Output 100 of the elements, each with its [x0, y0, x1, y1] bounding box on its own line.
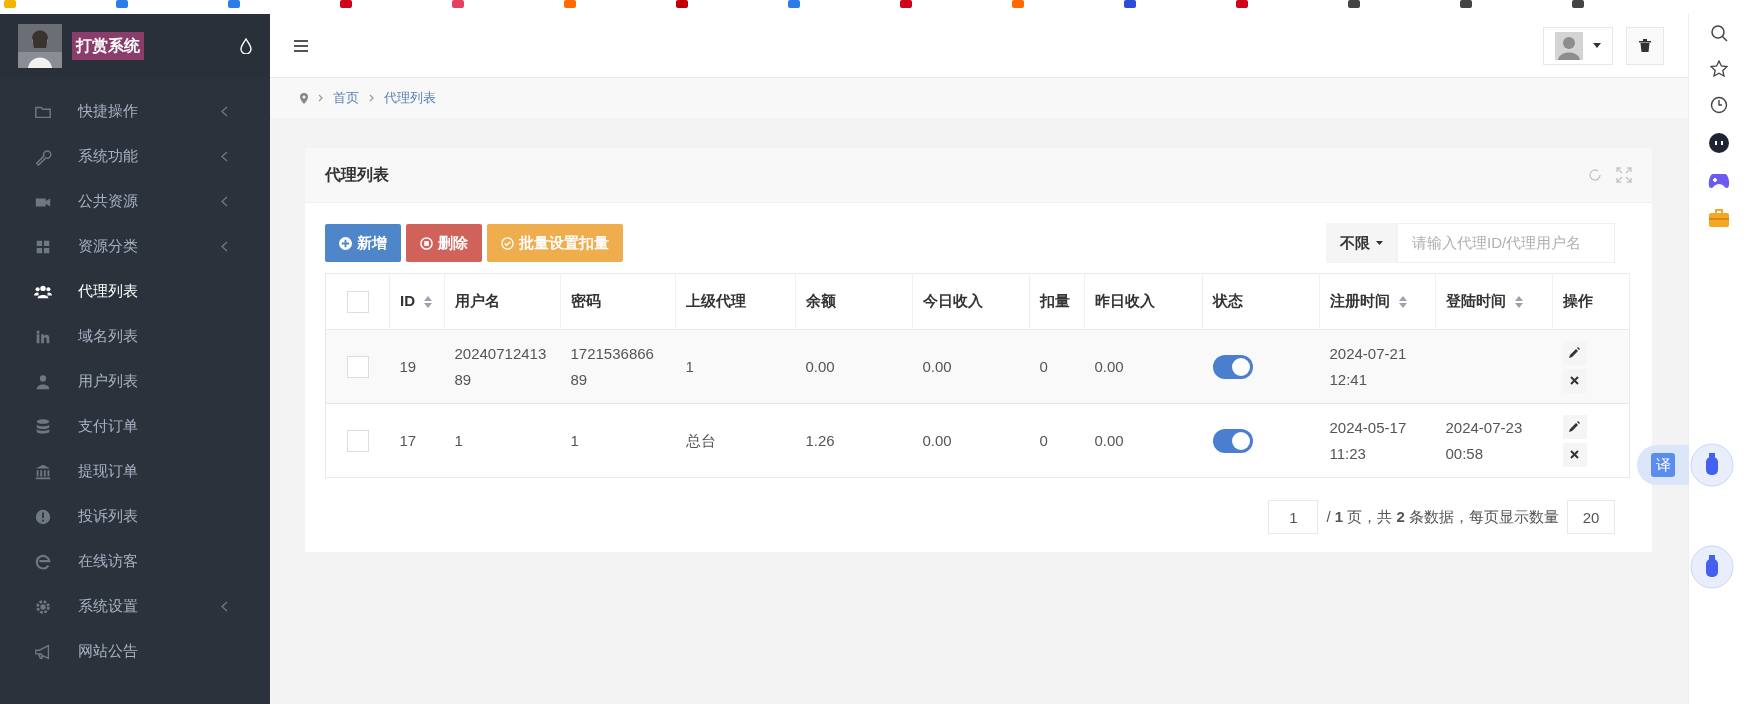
row-checkbox[interactable] [346, 355, 369, 378]
sidebar-item[interactable]: 公共资源 [0, 179, 270, 224]
wrench-icon [34, 147, 52, 166]
table-cell: 0.00 [922, 357, 952, 375]
avatar-dropdown[interactable] [1543, 26, 1613, 65]
status-toggle[interactable] [1212, 354, 1253, 379]
plus-icon [339, 236, 352, 250]
sidebar-item[interactable]: 资源分类 [0, 224, 270, 269]
table-cell: 2024-05-17 11:23 [1329, 418, 1407, 462]
column-header: 上级代理 [686, 291, 746, 312]
bookmark-icon[interactable] [116, 0, 128, 8]
breadcrumb-link[interactable]: 首页 [333, 88, 359, 108]
sidebar-item[interactable]: 代理列表 [0, 269, 270, 314]
remove-button[interactable] [1562, 368, 1587, 393]
column-header: 密码 [571, 291, 601, 312]
remove-button[interactable] [1562, 442, 1587, 467]
user-icon [34, 372, 52, 391]
close-icon [1570, 450, 1579, 459]
bookmark-icon[interactable] [1236, 0, 1248, 8]
bookmark-icon[interactable] [1460, 0, 1472, 8]
column-header: 注册时间 [1330, 291, 1390, 312]
select-all-checkbox[interactable] [346, 290, 369, 313]
sidebar-item[interactable]: 用户列表 [0, 359, 270, 404]
table-cell: 172153686689 [570, 344, 654, 388]
star-icon[interactable] [1710, 60, 1728, 78]
briefcase-icon[interactable] [1708, 208, 1730, 228]
add-button[interactable]: 新增 [325, 224, 401, 262]
search-icon[interactable] [1710, 24, 1728, 42]
table-cell: 2024-07-21 12:41 [1329, 344, 1407, 388]
table-cell: 1 [570, 431, 579, 449]
delete-button[interactable] [1626, 26, 1664, 65]
row-checkbox[interactable] [346, 429, 369, 452]
page-field[interactable]: 1 [1268, 500, 1319, 534]
sidebar-item[interactable]: 网站公告 [0, 629, 270, 674]
page-size-field[interactable]: 20 [1567, 500, 1615, 534]
pencil-icon [1569, 347, 1580, 358]
clock-icon[interactable] [1710, 96, 1728, 114]
status-toggle[interactable] [1212, 428, 1253, 453]
search-field[interactable]: 请输入代理ID/代理用户名 [1397, 223, 1615, 263]
table-cell: 2024071241389 [454, 344, 547, 388]
droplet-icon[interactable] [240, 38, 252, 54]
table-cell: 1 [454, 431, 463, 449]
bookmark-icon[interactable] [340, 0, 352, 8]
table-cell: 0 [1039, 431, 1048, 449]
table-cell: 17 [399, 431, 417, 449]
gamepad-icon[interactable] [1707, 172, 1731, 190]
column-header: 用户名 [455, 291, 500, 312]
check-circle-icon [501, 236, 514, 250]
sort-icon[interactable] [1514, 294, 1524, 309]
sidebar-item[interactable]: 域名列表 [0, 314, 270, 359]
bookmark-icon[interactable] [788, 0, 800, 8]
sidebar-item[interactable]: 系统设置 [0, 584, 270, 629]
pagination-summary: / 1 页，共 2 条数据，每页显示数量 [1326, 506, 1559, 527]
pencil-icon [1569, 421, 1580, 432]
table-cell: 1 [685, 357, 694, 375]
column-header: 状态 [1213, 291, 1243, 312]
database-icon [34, 417, 52, 436]
robot-icon[interactable] [1708, 132, 1730, 154]
edit-button[interactable] [1562, 414, 1587, 439]
menu-icon[interactable] [294, 39, 308, 52]
table-cell: 总台 [685, 431, 716, 449]
sort-icon[interactable] [1398, 294, 1408, 309]
column-header: 扣量 [1040, 291, 1070, 312]
column-header: ID [400, 291, 415, 312]
caret-icon [1376, 241, 1383, 245]
bookmark-icon[interactable] [452, 0, 464, 8]
sidebar-item[interactable]: 支付订单 [0, 404, 270, 449]
delete-button[interactable]: 删除 [406, 224, 482, 262]
location-pin-icon [300, 92, 308, 104]
alert-icon [34, 507, 52, 526]
megaphone-icon [34, 642, 52, 661]
bottle-icon[interactable] [1690, 545, 1734, 589]
bottle-icon[interactable] [1690, 443, 1734, 487]
bookmark-icon[interactable] [228, 0, 240, 8]
sidebar-item[interactable]: 在线访客 [0, 539, 270, 584]
translate-button[interactable]: 译 [1637, 445, 1689, 485]
panel-title: 代理列表 [325, 165, 389, 185]
sidebar-item[interactable]: 投诉列表 [0, 494, 270, 539]
bookmark-icon[interactable] [676, 0, 688, 8]
breadcrumb-link[interactable]: 代理列表 [384, 88, 436, 108]
filter-dropdown[interactable]: 不限 [1326, 223, 1397, 263]
sidebar-item[interactable]: 快捷操作 [0, 89, 270, 134]
app-title: 打赏系统 [72, 32, 144, 60]
column-header: 操作 [1563, 291, 1593, 312]
edit-button[interactable] [1562, 340, 1587, 365]
settings-icon [34, 597, 52, 616]
table-cell: 0.00 [1094, 357, 1124, 375]
avatar-icon [1555, 31, 1583, 60]
column-header: 今日收入 [923, 291, 983, 312]
sidebar-item[interactable]: 系统功能 [0, 134, 270, 179]
column-header: 余额 [806, 291, 836, 312]
sidebar-item[interactable]: 提现订单 [0, 449, 270, 494]
bookmark-icon[interactable] [900, 0, 912, 8]
chevron-right-icon [318, 94, 323, 102]
table-cell: 1.26 [805, 431, 835, 449]
bookmark-icon[interactable] [1124, 0, 1136, 8]
bookmark-icon[interactable] [1572, 0, 1584, 8]
table-cell: 0.00 [805, 357, 835, 375]
bookmark-icon[interactable] [1348, 0, 1360, 8]
sort-icon[interactable] [423, 294, 433, 309]
